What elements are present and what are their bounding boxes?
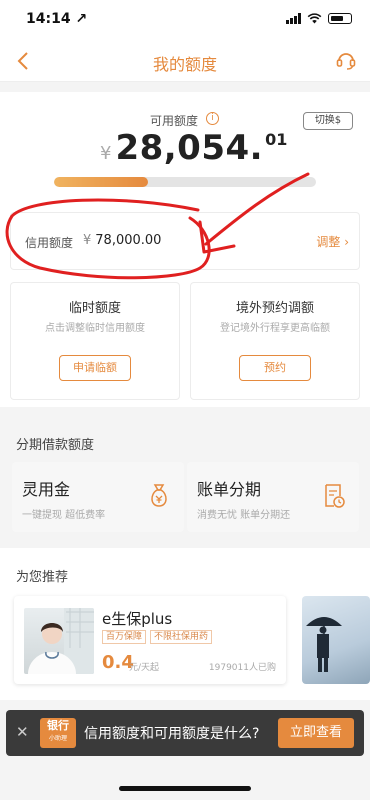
battery-icon	[328, 13, 352, 24]
credit-amount: 78,000.00	[95, 233, 162, 248]
signal-icon	[286, 13, 301, 24]
assistant-logo: 银行 小助理	[40, 718, 76, 748]
available-amount: ¥ 28,054. 01	[100, 128, 287, 168]
temp-limit-card: 临时额度 点击调整临时信用额度 申请临额	[10, 282, 180, 400]
installment-section-title: 分期借款额度	[16, 438, 95, 453]
product-card-next[interactable]	[302, 596, 370, 684]
credit-limit-card[interactable]: 信用额度 ¥78,000.00 调整 ›	[10, 212, 360, 270]
nav-bar: 我的额度	[0, 40, 370, 82]
currency-symbol: ¥	[100, 143, 112, 164]
faq-banner[interactable]: ✕ 银行 小助理 信用额度和可用额度是什么? 立即查看	[6, 710, 364, 756]
product-buyers: 1979011人已购	[208, 663, 276, 673]
umbrella-man-image	[306, 617, 342, 672]
lingyongjin-desc: 一键提现 超低费率	[22, 510, 106, 521]
currency-switch-button[interactable]: 切换$	[303, 112, 353, 130]
doctor-image	[24, 608, 94, 674]
adjust-link[interactable]: 调整 ›	[316, 233, 349, 250]
amount-decimal: 01	[265, 130, 288, 149]
info-icon[interactable]: i	[206, 112, 219, 125]
recommend-section-title: 为您推荐	[16, 570, 69, 585]
product-name: e生保plus	[102, 610, 173, 628]
lingyongjin-card[interactable]: 灵用金 一键提现 超低费率	[12, 462, 184, 532]
bill-clock-icon	[325, 484, 345, 508]
view-now-button[interactable]: 立即查看	[278, 718, 354, 748]
bill-installment-card[interactable]: 账单分期 消费无忧 账单分期还	[187, 462, 359, 532]
product-tag: 不限社保用药	[150, 630, 213, 644]
credit-currency: ¥	[83, 233, 92, 248]
overseas-card: 境外预约调额 登记境外行程享更高临额 预约	[190, 282, 360, 400]
headset-icon[interactable]	[334, 48, 358, 72]
wifi-icon	[307, 13, 322, 24]
money-bag-icon	[151, 484, 167, 507]
apply-temp-limit-button[interactable]: 申请临额	[59, 355, 131, 381]
page-title: 我的额度	[152, 55, 217, 74]
usage-progress-bar	[54, 177, 316, 187]
credit-label: 信用额度	[25, 236, 74, 250]
quota-panel: 可用额度 i 切换$ ¥ 28,054. 01 信用额度 ¥78,000.00 …	[0, 92, 370, 407]
bill-installment-title: 账单分期	[197, 480, 262, 499]
product-price-unit: 元/天起	[129, 663, 160, 673]
banner-text: 信用额度和可用额度是什么?	[84, 726, 260, 742]
overseas-desc: 登记境外行程享更高临额	[220, 323, 330, 334]
amount-integer: 28,054.	[115, 128, 264, 168]
close-icon[interactable]: ✕	[16, 723, 29, 741]
credit-value: ¥78,000.00	[83, 233, 161, 248]
home-indicator	[119, 786, 251, 791]
bill-installment-desc: 消费无忧 账单分期还	[197, 510, 291, 521]
temp-limit-desc: 点击调整临时信用额度	[45, 323, 145, 334]
assistant-logo-line2: 小助理	[48, 735, 67, 742]
recommend-section: 为您推荐 e生保plus 百万保障 不限社保用药 0.4 元/天起 197901…	[0, 548, 370, 700]
status-icons	[286, 13, 352, 24]
product-card-e-shengbao[interactable]: e生保plus 百万保障 不限社保用药 0.4 元/天起 1979011人已购	[14, 596, 286, 684]
lingyongjin-title: 灵用金	[22, 480, 71, 499]
reserve-button[interactable]: 预约	[239, 355, 311, 381]
status-bar: 14:14 ↗	[0, 0, 370, 40]
assistant-logo-line1: 银行	[47, 719, 69, 732]
product-tags: 百万保障 不限社保用药	[102, 630, 213, 644]
product-tag: 百万保障	[102, 630, 147, 644]
status-time: 14:14 ↗	[26, 11, 88, 27]
available-label: 可用额度	[150, 114, 199, 128]
temp-limit-title: 临时额度	[68, 301, 121, 316]
overseas-title: 境外预约调额	[235, 301, 314, 316]
usage-progress-fill	[54, 177, 149, 187]
